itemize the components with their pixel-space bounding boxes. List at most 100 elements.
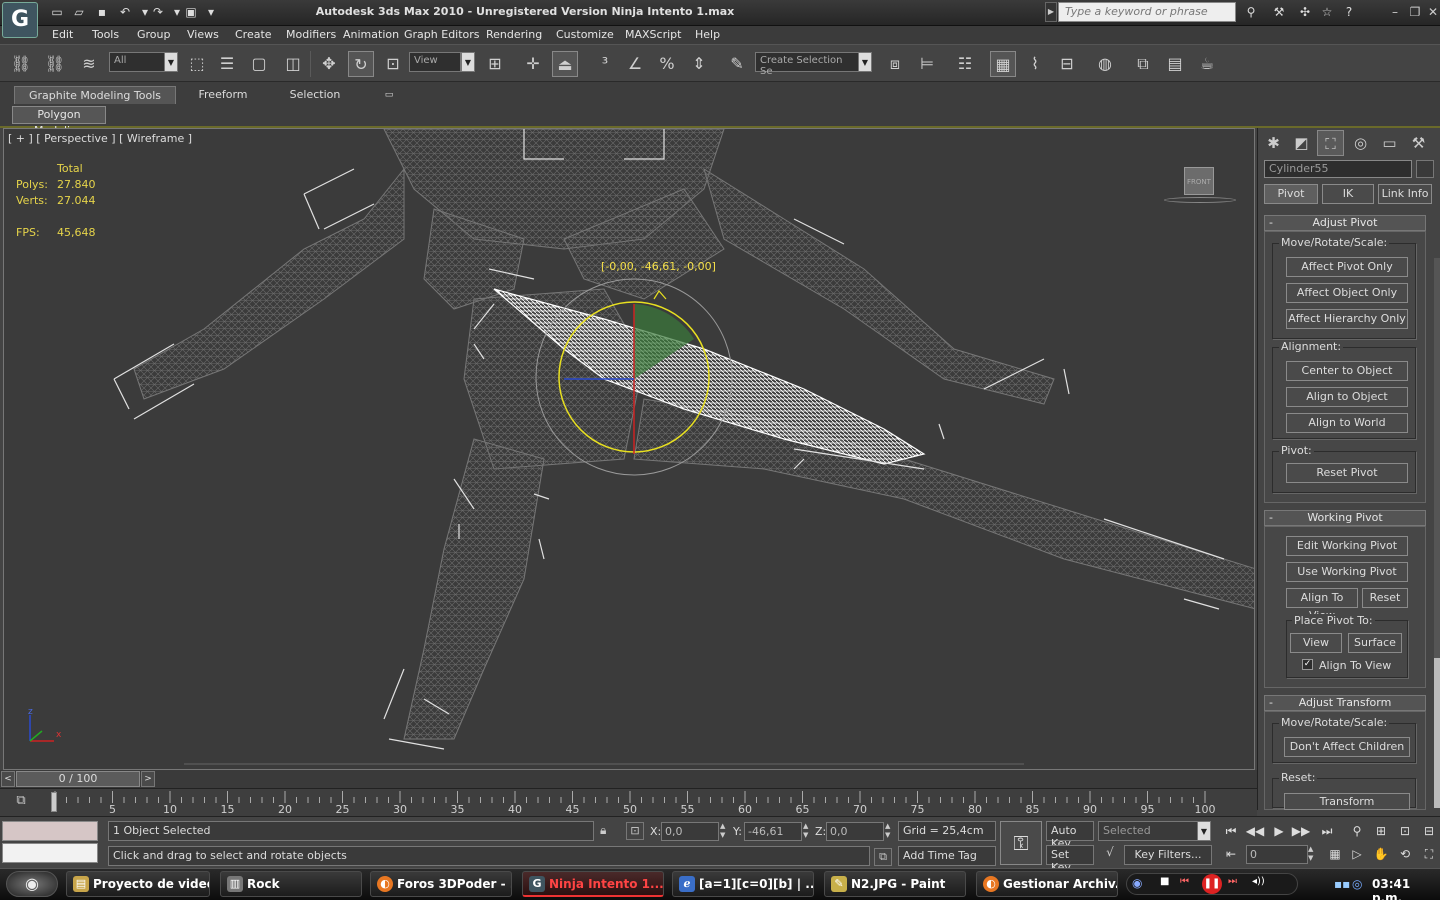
chevron-down-icon[interactable]: ▼	[858, 52, 872, 72]
previous-frame-icon[interactable]: ◀◀	[1244, 822, 1266, 840]
x-coord-input[interactable]: 0,0	[661, 822, 719, 841]
maxscript-listener-mini[interactable]	[2, 821, 98, 841]
chevron-down-icon[interactable]: ▼	[461, 52, 475, 72]
affect-hierarchy-only-button[interactable]: Affect Hierarchy Only	[1286, 309, 1408, 329]
select-and-scale-icon[interactable]: ⊡	[380, 51, 406, 77]
new-file-icon[interactable]: ▭	[48, 4, 66, 20]
restore-icon[interactable]: ❐	[1406, 3, 1424, 21]
select-object-icon[interactable]: ⬚	[184, 51, 210, 77]
named-selection-set-select[interactable]: Create Selection Se	[755, 52, 859, 77]
edit-working-pivot-button[interactable]: Edit Working Pivot	[1286, 536, 1408, 556]
selection-lock-icon[interactable]: 🔒︎	[600, 823, 616, 839]
search-expand-icon[interactable]: ▶	[1045, 2, 1057, 22]
key-filters-button[interactable]: Key Filters...	[1124, 845, 1212, 865]
menu-customize[interactable]: Customize	[556, 27, 614, 43]
percent-snap-icon[interactable]: %	[654, 51, 680, 77]
render-teapot-icon[interactable]: ☕	[1194, 51, 1220, 77]
select-and-link-icon[interactable]: ⛓	[8, 51, 34, 77]
spinner-snap-icon[interactable]: ⇕	[686, 51, 712, 77]
tab-pivot[interactable]: Pivot	[1264, 184, 1318, 204]
center-to-object-button[interactable]: Center to Object	[1286, 361, 1408, 381]
perspective-viewport[interactable]: [ + ] [ Perspective ] [ Wireframe ] Tota…	[3, 128, 1255, 770]
z-coord-input[interactable]: 0,0	[826, 822, 884, 841]
utilities-panel-icon[interactable]: ⚒	[1405, 130, 1432, 156]
maximize-viewport-icon[interactable]: ⛶	[1418, 845, 1440, 863]
pivot-center-icon[interactable]: ⊞	[482, 51, 508, 77]
use-working-pivot-button[interactable]: Use Working Pivot	[1286, 562, 1408, 582]
zoom-icon[interactable]: ⚲	[1346, 822, 1368, 840]
next-track-icon[interactable]: ⏭	[1228, 876, 1246, 892]
start-button[interactable]: ◉	[6, 871, 58, 897]
align-to-view-button[interactable]: Align To View	[1286, 588, 1358, 622]
snaps-toggle-icon[interactable]: ³	[592, 51, 618, 77]
task-proyecto-de-video[interactable]: ▤ Proyecto de video	[66, 871, 210, 897]
redo-icon[interactable]: ↷	[149, 4, 167, 20]
align-to-view-checkbox[interactable]: ✓	[1302, 659, 1313, 670]
set-key-button[interactable]: Set Key	[1046, 845, 1094, 874]
project-folder-icon[interactable]: ▣	[182, 4, 200, 20]
quick-access-dropdown-icon[interactable]: ▾	[202, 4, 220, 20]
edit-named-selection-icon[interactable]: ✎	[724, 51, 750, 77]
select-and-rotate-icon[interactable]: ↻	[348, 51, 374, 77]
favorites-star-icon[interactable]: ☆	[1318, 4, 1336, 20]
task-gestionar-archivos[interactable]: ◐ Gestionar Archiv...	[976, 871, 1118, 897]
layer-manager-icon[interactable]: ☷	[952, 51, 978, 77]
place-pivot-surface-button[interactable]: Surface	[1348, 633, 1402, 653]
next-frame-icon[interactable]: ▶▶	[1290, 822, 1312, 840]
rollout-working-pivot[interactable]: - Working Pivot	[1264, 510, 1426, 526]
menu-group[interactable]: Group	[137, 27, 171, 43]
time-configuration-icon[interactable]: ▦	[1324, 845, 1346, 863]
y-spinner-arrows-icon[interactable]: ▲ ▼	[803, 822, 812, 841]
chevron-down-icon[interactable]: ▼	[1197, 821, 1211, 841]
menu-tools[interactable]: Tools	[92, 27, 119, 43]
undo-icon[interactable]: ↶	[116, 4, 134, 20]
menu-maxscript[interactable]: MAXScript	[625, 27, 681, 43]
time-slider-thumb[interactable]: 0 / 100	[16, 771, 140, 787]
pause-icon[interactable]: ❚❚	[1202, 874, 1222, 894]
window-crossing-icon[interactable]: ◫	[280, 51, 306, 77]
task-foros-3dpoder[interactable]: ◐ Foros 3DPoder - ...	[370, 871, 512, 897]
menu-views[interactable]: Views	[187, 27, 219, 43]
select-and-move-icon[interactable]: ✥	[316, 51, 342, 77]
object-color-swatch[interactable]	[1416, 160, 1434, 178]
reference-coordinate-select[interactable]: View	[409, 52, 461, 72]
menu-graph-editors[interactable]: Graph Editors	[404, 27, 480, 43]
save-icon[interactable]: ▪	[93, 4, 111, 20]
menu-create[interactable]: Create	[235, 27, 272, 43]
network-icon[interactable]: ▪▪	[1334, 877, 1350, 893]
satellite-icon[interactable]: ✣	[1296, 4, 1314, 20]
y-coord-input[interactable]: -46,61	[744, 822, 802, 841]
object-name-field[interactable]: Cylinder55	[1264, 160, 1412, 178]
default-tangents-icon[interactable]: √	[1100, 845, 1120, 865]
close-icon[interactable]: ✕	[1424, 3, 1440, 21]
x-spinner-arrows-icon[interactable]: ▲ ▼	[720, 822, 729, 841]
unlink-icon[interactable]: ⛓	[42, 51, 68, 77]
go-to-start-icon[interactable]: ⏮	[1220, 822, 1242, 840]
angle-snap-icon[interactable]: ∠	[622, 51, 648, 77]
pan-view-icon[interactable]: ✋	[1370, 845, 1392, 863]
media-player-icon[interactable]: ◉	[1132, 876, 1148, 892]
absolute-offset-toggle-icon[interactable]: ⊡	[626, 822, 644, 840]
selection-filter-select[interactable]: All	[109, 52, 165, 72]
tab-freeform[interactable]: Freeform	[186, 86, 260, 104]
orbit-icon[interactable]: ⟲	[1394, 845, 1416, 863]
dont-affect-children-button[interactable]: Don't Affect Children	[1284, 737, 1410, 757]
chevron-down-icon[interactable]: ▼	[164, 52, 178, 72]
place-pivot-view-button[interactable]: View	[1290, 633, 1342, 653]
tab-link-info[interactable]: Link Info	[1378, 184, 1432, 204]
track-bar[interactable]: ⧉ 5 10 15 20 25 30 35 40 45 50 55 60 65 70 75 80 85 90 95 1…	[0, 788, 1257, 816]
task-browser-tab[interactable]: ℯ [a=1][c=0][b] | ...	[672, 871, 814, 897]
ribbon-options-icon[interactable]: ▭	[382, 86, 396, 104]
align-icon[interactable]: ⊨	[914, 51, 940, 77]
maxscript-input-mini[interactable]	[2, 843, 98, 863]
hierarchy-panel-icon[interactable]: ⛶	[1317, 130, 1344, 156]
prev-frame-arrow-icon[interactable]: <	[1, 771, 15, 787]
go-to-end-icon[interactable]: ⏭	[1316, 822, 1338, 840]
add-time-tag-button[interactable]: Add Time Tag	[898, 846, 996, 866]
viewcube-ring[interactable]	[1164, 197, 1236, 203]
key-mode-toggle-icon[interactable]: ⇤	[1220, 845, 1242, 863]
previous-track-icon[interactable]: ⏮	[1180, 876, 1198, 892]
select-by-name-icon[interactable]: ☰	[214, 51, 240, 77]
align-to-world-button[interactable]: Align to World	[1286, 413, 1408, 433]
rectangular-selection-icon[interactable]: ▢	[246, 51, 272, 77]
